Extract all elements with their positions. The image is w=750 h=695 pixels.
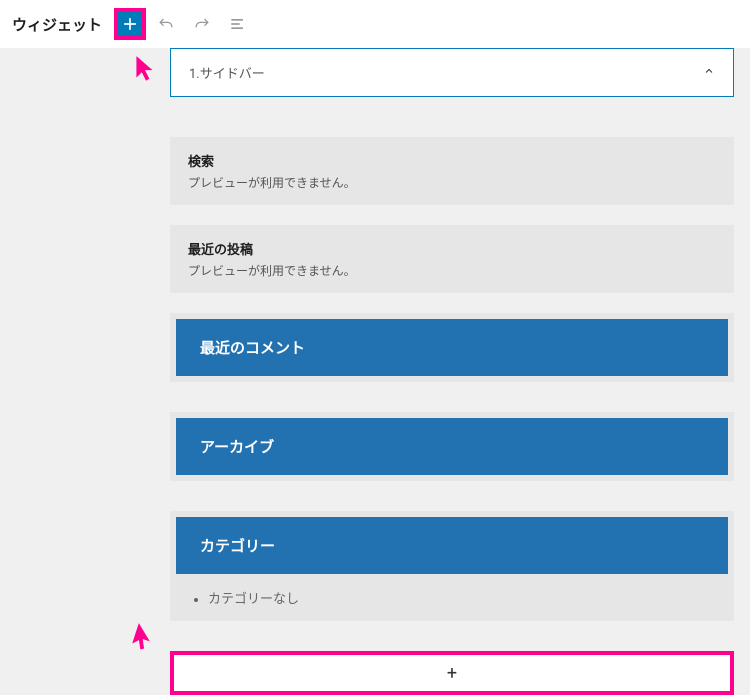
plus-icon xyxy=(120,14,140,34)
list-icon xyxy=(228,14,248,34)
widget-archives[interactable]: アーカイブ xyxy=(170,412,734,481)
widget-header-bar: 最近のコメント xyxy=(176,319,728,376)
widget-recent-comments[interactable]: 最近のコメント xyxy=(170,313,734,382)
add-block-button[interactable] xyxy=(114,8,146,40)
list-view-button[interactable] xyxy=(222,8,254,40)
widget-desc: プレビューが利用できません。 xyxy=(188,262,716,279)
undo-icon xyxy=(156,14,176,34)
chevron-up-icon xyxy=(703,65,715,81)
list-item: カテゴリーなし xyxy=(208,588,718,607)
annotation-cursor-bottom xyxy=(126,620,160,657)
sidebar-panel-label: 1.サイドバー xyxy=(189,63,265,82)
redo-icon xyxy=(192,14,212,34)
widget-recent-posts[interactable]: 最近の投稿 プレビューが利用できません。 xyxy=(170,225,734,293)
widget-search[interactable]: 検索 プレビューが利用できません。 xyxy=(170,137,734,205)
widget-category-list: カテゴリーなし xyxy=(176,574,728,611)
widget-categories[interactable]: カテゴリー カテゴリーなし xyxy=(170,511,734,621)
sidebar-panel-header[interactable]: 1.サイドバー xyxy=(170,48,734,97)
add-widget-button[interactable]: + xyxy=(170,651,734,695)
widget-header-bar: カテゴリー xyxy=(176,517,728,574)
widget-title: 最近の投稿 xyxy=(188,239,716,258)
topbar: ウィジェット xyxy=(0,0,750,48)
widget-title: 検索 xyxy=(188,151,716,170)
content-area: 1.サイドバー 検索 プレビューが利用できません。 最近の投稿 プレビューが利用… xyxy=(0,48,750,695)
plus-icon: + xyxy=(447,663,457,684)
undo-button[interactable] xyxy=(150,8,182,40)
redo-button[interactable] xyxy=(186,8,218,40)
page-title: ウィジェット xyxy=(12,14,102,35)
widget-desc: プレビューが利用できません。 xyxy=(188,174,716,191)
widget-header-bar: アーカイブ xyxy=(176,418,728,475)
